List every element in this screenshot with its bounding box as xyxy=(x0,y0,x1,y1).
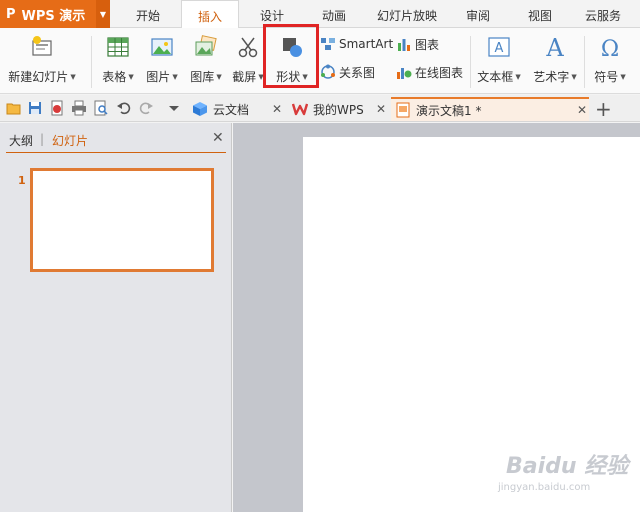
new-slide-icon xyxy=(32,36,52,56)
panel-tabs: 大纲 | 幻灯片 ✕ xyxy=(0,123,232,155)
wordart-label: 艺术字 xyxy=(533,70,570,84)
wordart-icon: A xyxy=(545,34,564,60)
svg-text:A: A xyxy=(495,41,504,56)
cloud-cube-icon xyxy=(193,102,207,116)
tab-outline[interactable]: 大纲 xyxy=(9,132,33,149)
relation-chart-button[interactable]: 关系图 xyxy=(320,62,375,82)
tab-home[interactable]: 开始 xyxy=(124,0,172,28)
print-preview-icon[interactable] xyxy=(93,100,109,116)
relation-icon xyxy=(321,64,335,79)
textbox-label: 文本框 xyxy=(477,70,514,84)
wordart-button[interactable]: A 艺术字 ▼ xyxy=(530,32,580,90)
shape-button-highlight xyxy=(263,24,319,88)
panel-tab-underline xyxy=(6,152,226,153)
menu-bar: P WPS 演示 ▼ 开始 插入 设计 动画 幻灯片放映 审阅 视图 云服务 xyxy=(0,0,640,29)
doc-tab-cloud[interactable]: 云文档 ✕ xyxy=(188,97,284,121)
omega-icon: Ω xyxy=(601,37,619,60)
table-label: 表格 xyxy=(102,70,127,84)
tab-insert[interactable]: 插入 xyxy=(181,0,239,29)
chevron-down-icon: ▼ xyxy=(515,73,521,81)
chevron-down-icon: ▼ xyxy=(620,73,626,81)
chevron-down-icon: ▼ xyxy=(70,73,76,81)
doc-tab-my-wps[interactable]: 我的WPS ✕ xyxy=(288,97,388,121)
app-title: WPS 演示 xyxy=(21,8,86,24)
picture-label: 图片 xyxy=(146,70,171,84)
close-icon[interactable]: ✕ xyxy=(212,130,224,146)
online-chart-label: 在线图表 xyxy=(415,65,464,80)
close-icon[interactable]: ✕ xyxy=(272,102,282,116)
doc-tab-label: 云文档 xyxy=(213,102,250,117)
chart-button[interactable]: 图表 xyxy=(396,34,439,54)
chevron-down-icon: ▼ xyxy=(172,73,178,81)
gallery-label: 图库 xyxy=(190,70,215,84)
screenshot-button[interactable]: 截屏 ▼ xyxy=(230,32,266,90)
close-icon[interactable]: ✕ xyxy=(376,102,386,116)
print-icon[interactable] xyxy=(71,100,87,116)
symbol-label: 符号 xyxy=(594,70,619,84)
slides-panel: 大纲 | 幻灯片 ✕ 1 xyxy=(0,123,232,512)
baidu-watermark: Baidu 经验 jingyan.baidu.com xyxy=(488,442,638,506)
close-icon[interactable]: ✕ xyxy=(577,103,587,117)
save-icon[interactable] xyxy=(27,100,43,116)
svg-text:Ω: Ω xyxy=(601,37,619,60)
slide-number: 1 xyxy=(18,174,26,187)
smartart-label: SmartArt xyxy=(339,37,394,51)
scissors-icon xyxy=(238,37,258,58)
picture-button[interactable]: 图片 ▼ xyxy=(142,32,182,90)
new-slide-button[interactable]: 新建幻灯片 ▼ xyxy=(6,32,78,90)
wps-w-icon xyxy=(292,103,308,116)
panel-tab-separator: | xyxy=(40,132,45,146)
doc-tab-label: 我的WPS xyxy=(313,102,364,117)
new-tab-plus-icon[interactable]: + xyxy=(595,97,612,121)
screenshot-label: 截屏 xyxy=(232,70,257,84)
watermark-brand: Baidu 经验 xyxy=(506,454,629,479)
undo-icon[interactable] xyxy=(116,100,132,116)
ribbon-separator xyxy=(584,36,585,88)
chevron-down-icon: ▼ xyxy=(128,73,134,81)
bar-chart-icon xyxy=(398,39,410,51)
doc-tab-presentation[interactable]: 演示文稿1 * ✕ xyxy=(391,97,589,121)
tab-slides[interactable]: 幻灯片 xyxy=(52,132,88,149)
textbox-button[interactable]: A 文本框 ▼ xyxy=(474,32,524,90)
gallery-icon xyxy=(195,35,217,56)
textbox-icon: A xyxy=(488,37,510,57)
quick-access-bar: 云文档 ✕ 我的WPS ✕ 演示文稿1 * ✕ + xyxy=(0,95,640,122)
picture-icon xyxy=(151,38,173,56)
tab-slideshow[interactable]: 幻灯片放映 xyxy=(370,0,444,28)
presentation-file-icon xyxy=(396,102,410,118)
tab-view[interactable]: 视图 xyxy=(518,0,562,28)
wps-logo-icon: P xyxy=(6,6,16,22)
smartart-icon xyxy=(321,38,335,50)
slide-thumbnail[interactable] xyxy=(30,168,214,272)
app-menu-button[interactable]: P WPS 演示 xyxy=(0,0,96,28)
export-pdf-icon[interactable] xyxy=(49,100,65,116)
svg-text:A: A xyxy=(545,34,564,60)
customize-dropdown-icon[interactable] xyxy=(166,100,182,116)
ribbon-separator xyxy=(470,36,471,88)
relation-label: 关系图 xyxy=(339,65,376,80)
chart-label: 图表 xyxy=(415,37,440,52)
smartart-button[interactable]: SmartArt xyxy=(320,34,393,54)
table-button[interactable]: 表格 ▼ xyxy=(98,32,138,90)
tab-review[interactable]: 审阅 xyxy=(456,0,500,28)
gallery-button[interactable]: 图库 ▼ xyxy=(186,32,226,90)
ribbon-insert: 新建幻灯片 ▼ 表格 ▼ 图片 ▼ 图库 ▼ 截屏 ▼ 形状 ▼ SmartAr… xyxy=(0,28,640,94)
table-icon xyxy=(107,37,129,57)
doc-tab-label: 演示文稿1 * xyxy=(416,103,482,118)
tab-cloud[interactable]: 云服务 xyxy=(578,0,628,28)
chevron-down-icon: ▼ xyxy=(216,73,222,81)
symbol-button[interactable]: Ω 符号 ▼ xyxy=(590,32,630,90)
app-menu-dropdown-icon[interactable]: ▼ xyxy=(96,0,110,28)
wps-presentation-window: P WPS 演示 ▼ 开始 插入 设计 动画 幻灯片放映 审阅 视图 云服务 新… xyxy=(0,0,640,512)
new-slide-label: 新建幻灯片 xyxy=(8,70,69,84)
online-chart-button[interactable]: 在线图表 xyxy=(396,62,463,82)
chevron-down-icon: ▼ xyxy=(571,73,577,81)
watermark-url: jingyan.baidu.com xyxy=(498,482,591,493)
redo-icon[interactable] xyxy=(138,100,154,116)
online-chart-icon xyxy=(397,68,412,79)
ribbon-separator xyxy=(91,36,92,88)
open-folder-icon[interactable] xyxy=(6,100,22,116)
